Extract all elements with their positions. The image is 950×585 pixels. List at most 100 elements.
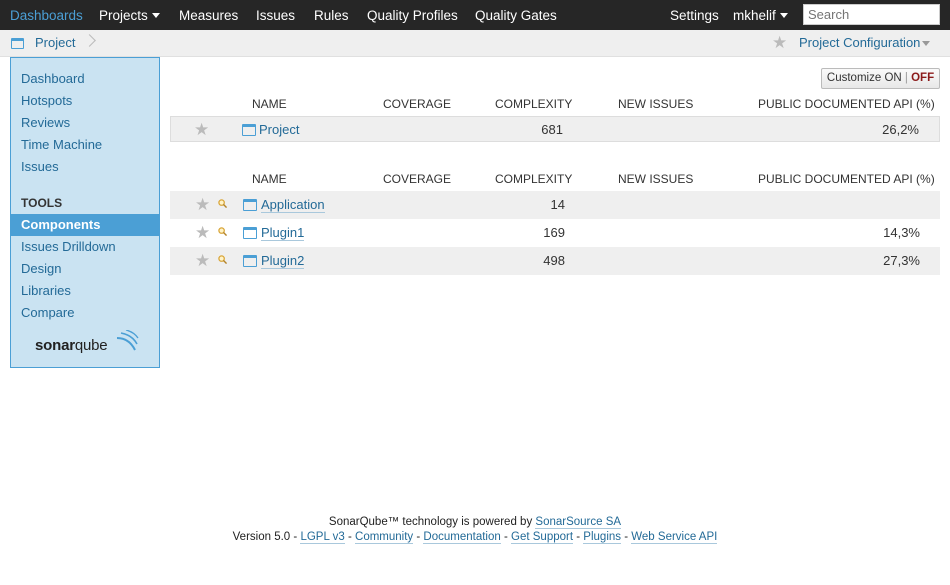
- sidebar-item-time-machine[interactable]: Time Machine: [11, 134, 159, 156]
- customize-label: Customize: [826, 72, 882, 84]
- column-header-new-issues: NEW ISSUES: [618, 172, 694, 186]
- column-header-complexity: COMPLEXITY: [495, 97, 573, 111]
- project-icon: [242, 124, 256, 136]
- component-complexity: 169: [543, 225, 565, 240]
- module-icon: [243, 227, 257, 239]
- sidebar-item-components[interactable]: Components: [11, 214, 159, 236]
- footer-separator: -: [576, 531, 581, 543]
- favorite-star-icon[interactable]: ★: [195, 191, 210, 219]
- favorite-star-icon[interactable]: ★: [195, 219, 210, 247]
- magnifier-icon[interactable]: [218, 199, 227, 208]
- component-name-link[interactable]: Application: [261, 197, 325, 213]
- sidebar-item-hotspots[interactable]: Hotspots: [11, 90, 159, 112]
- customize-off[interactable]: OFF: [911, 72, 934, 84]
- project-name-link[interactable]: Project: [259, 116, 299, 144]
- chevron-right-icon: [83, 34, 96, 47]
- column-header-api: PUBLIC DOCUMENTED API (%): [758, 172, 935, 186]
- footer-link-documentation[interactable]: Documentation: [423, 531, 501, 544]
- user-name: mkhelif: [733, 8, 776, 23]
- sidebar-item-issues-drilldown[interactable]: Issues Drilldown: [11, 236, 159, 258]
- project-icon: [11, 38, 24, 49]
- user-menu[interactable]: mkhelif: [733, 0, 788, 30]
- component-api: 27,3%: [883, 253, 920, 268]
- component-name-cell[interactable]: Plugin2: [261, 247, 305, 275]
- sidebar-item-libraries[interactable]: Libraries: [11, 280, 159, 302]
- column-header-name: NAME: [252, 97, 287, 111]
- column-header-name: NAME: [252, 172, 287, 186]
- favorite-star-icon[interactable]: ★: [195, 247, 210, 275]
- sidebar-item-issues[interactable]: Issues: [11, 156, 159, 178]
- footer-sonarsource-link[interactable]: SonarSource SA: [535, 516, 622, 529]
- table-row: ★ Plugin1 169 14,3%: [170, 219, 940, 247]
- sonarqube-logo: sonarqube: [35, 337, 108, 354]
- sidebar-item-compare[interactable]: Compare: [11, 302, 159, 324]
- nav-issues[interactable]: Issues: [256, 0, 295, 30]
- nav-projects[interactable]: Projects: [99, 0, 160, 30]
- logo-text-light: qube: [74, 337, 108, 354]
- sidebar-tools-heading: TOOLS: [21, 196, 63, 210]
- footer-link-support[interactable]: Get Support: [511, 531, 574, 544]
- sidebar: Dashboard Hotspots Reviews Time Machine …: [10, 57, 160, 368]
- sonarqube-waves-icon: [116, 330, 139, 351]
- top-navigation-bar: Dashboards Projects Measures Issues Rule…: [0, 0, 950, 30]
- sidebar-item-design[interactable]: Design: [11, 258, 159, 280]
- component-complexity: 498: [543, 253, 565, 268]
- logo-text-bold: sonar: [35, 337, 75, 354]
- footer-separator: -: [416, 531, 421, 543]
- footer-separator: -: [293, 531, 298, 543]
- footer-version: Version 5.0: [232, 531, 291, 543]
- column-header-coverage: COVERAGE: [383, 97, 452, 111]
- table-row: ★ Application 14: [170, 191, 940, 219]
- footer-powered-text: SonarQube™ technology is powered by: [328, 516, 533, 528]
- sidebar-item-reviews[interactable]: Reviews: [11, 112, 159, 134]
- footer-link-license[interactable]: LGPL v3: [300, 531, 345, 544]
- project-name[interactable]: Project: [259, 122, 299, 137]
- column-header-api: PUBLIC DOCUMENTED API (%): [758, 97, 935, 111]
- customize-separator: |: [904, 72, 908, 84]
- project-configuration-link[interactable]: Project Configuration: [799, 35, 920, 50]
- nav-rules[interactable]: Rules: [314, 0, 349, 30]
- breadcrumb-project-link[interactable]: Project: [35, 35, 75, 50]
- nav-settings[interactable]: Settings: [670, 0, 719, 30]
- chevron-down-icon: [779, 13, 788, 18]
- table-row: ★ Project 681 26,2%: [170, 116, 940, 142]
- search-input[interactable]: [803, 4, 940, 25]
- footer-link-plugins[interactable]: Plugins: [583, 531, 622, 544]
- magnifier-icon[interactable]: [218, 227, 227, 236]
- table-row: ★ Plugin2 498 27,3%: [170, 247, 940, 275]
- favorite-star-icon[interactable]: ★: [194, 116, 209, 144]
- component-name-link[interactable]: Plugin1: [261, 225, 305, 241]
- chevron-down-icon[interactable]: [922, 41, 930, 46]
- column-header-complexity: COMPLEXITY: [495, 172, 573, 186]
- project-complexity: 681: [541, 122, 563, 137]
- nav-quality-gates[interactable]: Quality Gates: [475, 0, 557, 30]
- footer-separator: -: [624, 531, 629, 543]
- module-icon: [243, 255, 257, 267]
- magnifier-icon[interactable]: [218, 255, 227, 264]
- chevron-down-icon: [151, 13, 160, 18]
- nav-dashboards[interactable]: Dashboards: [10, 0, 83, 30]
- nav-projects-label: Projects: [99, 8, 148, 23]
- customize-toggle-button[interactable]: Customize ON | OFF: [821, 68, 940, 89]
- footer-links: Version 5.0 - LGPL v3 - Community - Docu…: [0, 531, 950, 544]
- footer-powered-by: SonarQube™ technology is powered by Sona…: [0, 516, 950, 529]
- sidebar-item-dashboard[interactable]: Dashboard: [11, 68, 159, 90]
- component-name-cell[interactable]: Application: [261, 191, 325, 219]
- footer-separator: -: [347, 531, 352, 543]
- project-api: 26,2%: [882, 122, 919, 137]
- customize-on[interactable]: ON: [884, 72, 901, 84]
- component-name-link[interactable]: Plugin2: [261, 253, 305, 269]
- footer-separator: -: [503, 531, 508, 543]
- component-api: 14,3%: [883, 225, 920, 240]
- component-name-cell[interactable]: Plugin1: [261, 219, 305, 247]
- column-header-new-issues: NEW ISSUES: [618, 97, 694, 111]
- favorite-star-icon[interactable]: ★: [772, 34, 787, 51]
- breadcrumb: Project ★ Project Configuration: [0, 30, 950, 57]
- component-api: [772, 191, 920, 219]
- footer-link-community[interactable]: Community: [355, 531, 414, 544]
- nav-quality-profiles[interactable]: Quality Profiles: [367, 0, 458, 30]
- module-icon: [243, 199, 257, 211]
- column-header-coverage: COVERAGE: [383, 172, 452, 186]
- footer-link-web-service-api[interactable]: Web Service API: [631, 531, 718, 544]
- nav-measures[interactable]: Measures: [179, 0, 238, 30]
